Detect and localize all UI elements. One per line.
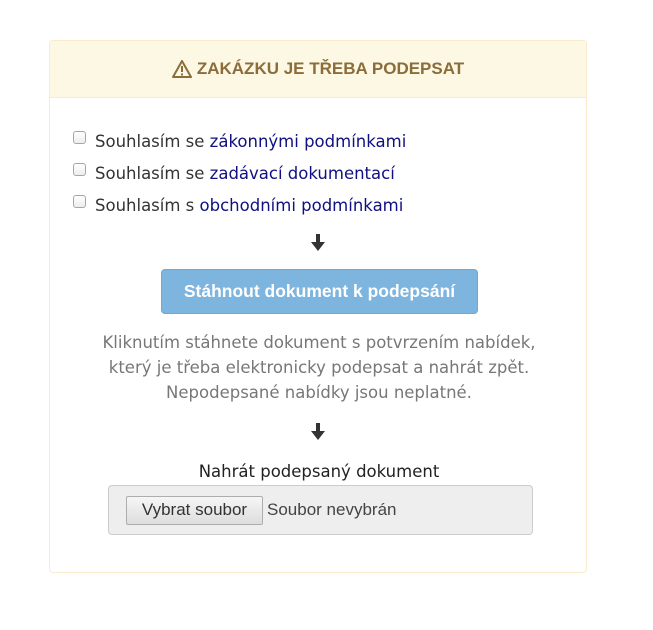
arrow-down-icon — [50, 234, 586, 255]
agreement-business-prefix: Souhlasím s — [95, 195, 200, 215]
signing-panel: ZAKÁZKU JE TŘEBA PODEPSAT Souhlasím se z… — [49, 40, 587, 573]
agreement-list: Souhlasím se zákonnými podmínkami Souhla… — [73, 125, 406, 221]
info-line-1: Kliknutím stáhnete dokument s potvrzením… — [102, 333, 536, 352]
file-status-text: Soubor nevybrán — [267, 500, 397, 519]
warning-icon — [171, 60, 192, 78]
info-line-3: Nepodepsané nabídky jsou neplatné. — [166, 383, 472, 402]
download-info-text: Kliknutím stáhnete dokument s potvrzením… — [50, 330, 588, 405]
agreement-tender-prefix: Souhlasím se — [95, 163, 210, 183]
info-line-2: který je třeba elektronicky podepsat a n… — [108, 358, 530, 377]
agreement-legal-checkbox[interactable] — [73, 130, 86, 144]
agreement-tender-link[interactable]: zadávací dokumentací — [210, 164, 395, 183]
agreement-business-row: Souhlasím s obchodními podmínkami — [73, 189, 406, 221]
agreement-legal-row: Souhlasím se zákonnými podmínkami — [73, 125, 406, 157]
upload-label: Nahrát podepsaný dokument — [198, 462, 440, 481]
choose-file-button[interactable]: Vybrat soubor — [126, 495, 263, 525]
agreement-business-link[interactable]: obchodními podmínkami — [200, 196, 404, 215]
download-document-button[interactable]: Stáhnout dokument k podepsání — [161, 269, 478, 314]
file-upload-field[interactable]: Vybrat soubor Soubor nevybrán — [108, 485, 533, 535]
panel-heading: ZAKÁZKU JE TŘEBA PODEPSAT — [50, 41, 586, 98]
agreement-business-checkbox[interactable] — [73, 194, 86, 208]
panel-title: ZAKÁZKU JE TŘEBA PODEPSAT — [196, 59, 465, 78]
agreement-legal-prefix: Souhlasím se — [95, 131, 210, 151]
arrow-down-icon — [50, 423, 586, 444]
agreement-tender-row: Souhlasím se zadávací dokumentací — [73, 157, 406, 189]
agreement-legal-link[interactable]: zákonnými podmínkami — [210, 132, 407, 151]
agreement-tender-checkbox[interactable] — [73, 162, 86, 176]
